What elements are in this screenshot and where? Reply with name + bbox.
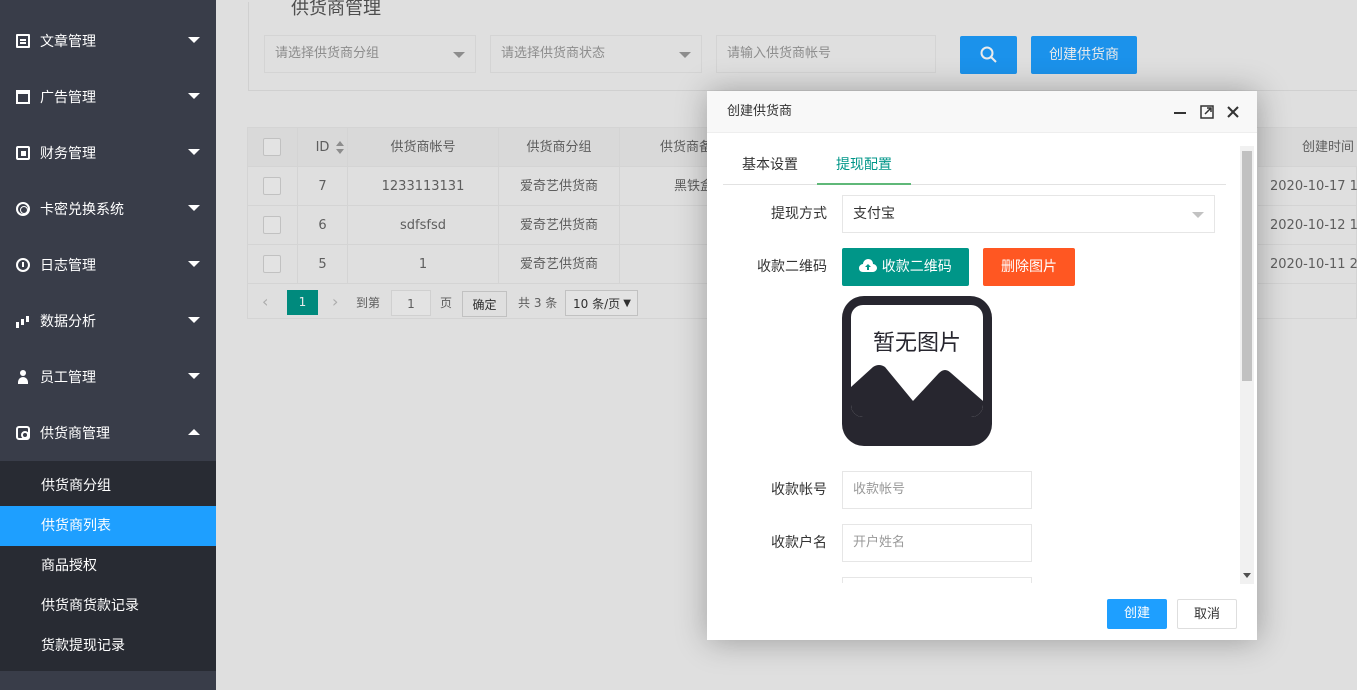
withdraw-method-value: 支付宝 xyxy=(853,206,895,222)
no-image-placeholder: 暂无图片 xyxy=(842,296,992,446)
receive-account-label: 收款帐号 xyxy=(771,482,827,498)
nav-label: 广告管理 xyxy=(40,90,96,106)
scroll-down-icon[interactable] xyxy=(1243,573,1251,578)
tab-basic-settings[interactable]: 基本设置 xyxy=(723,146,817,185)
delete-image-button[interactable]: 删除图片 xyxy=(983,248,1075,286)
mountain-image-icon xyxy=(851,365,983,417)
chart-icon xyxy=(16,314,30,328)
maximize-icon[interactable] xyxy=(1200,105,1214,119)
account-holder-label: 收款户名 xyxy=(771,535,827,551)
withdraw-method-select[interactable]: 支付宝 xyxy=(842,195,1215,233)
chevron-down-icon xyxy=(188,37,200,43)
chevron-down-icon xyxy=(188,317,200,323)
chevron-down-icon xyxy=(188,261,200,267)
nav-article-management[interactable]: 文章管理 xyxy=(0,13,216,69)
supplier-submenu: 供货商分组 供货商列表 商品授权 供货商货款记录 货款提现记录 xyxy=(0,461,216,671)
calendar-icon xyxy=(16,90,30,104)
document-icon xyxy=(16,34,30,48)
nav-ad-management[interactable]: 广告管理 xyxy=(0,69,216,125)
nav-label: 财务管理 xyxy=(40,146,96,162)
chevron-up-icon xyxy=(188,429,200,435)
wallet-icon xyxy=(16,146,30,160)
card-icon xyxy=(16,202,30,216)
sub-item-supplier-group[interactable]: 供货商分组 xyxy=(0,466,216,506)
chevron-down-icon xyxy=(188,93,200,99)
withdraw-method-label: 提现方式 xyxy=(771,206,827,222)
modal-tabs: 基本设置 提现配置 xyxy=(723,146,1226,185)
next-field-partial xyxy=(842,577,1032,583)
nav-label: 卡密兑换系统 xyxy=(40,202,124,218)
nav-label: 供货商管理 xyxy=(40,426,110,442)
caret-down-icon xyxy=(1192,212,1204,218)
nav-finance-management[interactable]: 财务管理 xyxy=(0,125,216,181)
sub-item-product-auth[interactable]: 商品授权 xyxy=(0,546,216,586)
nav-supplier-management[interactable]: 供货商管理 xyxy=(0,405,216,461)
sub-item-payment-records[interactable]: 供货商货款记录 xyxy=(0,586,216,626)
cloud-upload-icon xyxy=(859,259,878,272)
sidebar: 文章管理 广告管理 财务管理 卡密兑换系统 日志管理 数据分析 员工管理 供货商… xyxy=(0,0,216,690)
cancel-button[interactable]: 取消 xyxy=(1177,599,1237,629)
create-button[interactable]: 创建 xyxy=(1107,599,1167,629)
nav-label: 文章管理 xyxy=(40,34,96,50)
qr-code-label: 收款二维码 xyxy=(757,259,827,275)
chevron-down-icon xyxy=(188,205,200,211)
clock-icon xyxy=(16,258,30,272)
nav-label: 日志管理 xyxy=(40,258,96,274)
sub-item-supplier-list[interactable]: 供货商列表 xyxy=(0,506,216,546)
nav-label: 员工管理 xyxy=(40,370,96,386)
nav-label: 数据分析 xyxy=(40,314,96,330)
minimize-icon[interactable] xyxy=(1173,105,1187,119)
nav-staff-management[interactable]: 员工管理 xyxy=(0,349,216,405)
upload-qr-label: 收款二维码 xyxy=(881,259,952,275)
close-icon[interactable] xyxy=(1226,105,1240,119)
receive-account-input[interactable]: 收款帐号 xyxy=(842,471,1032,509)
chevron-down-icon xyxy=(188,149,200,155)
nav-card-exchange[interactable]: 卡密兑换系统 xyxy=(0,181,216,237)
nav-data-analysis[interactable]: 数据分析 xyxy=(0,293,216,349)
create-supplier-modal: 创建供货商 基本设置 提现配置 提现方式 支付宝 收款二维码 收款二维码 删除图… xyxy=(707,91,1257,640)
user-icon xyxy=(16,370,30,384)
upload-qr-button[interactable]: 收款二维码 xyxy=(842,248,969,286)
modal-scrollbar[interactable] xyxy=(1240,146,1254,584)
account-holder-input[interactable]: 开户姓名 xyxy=(842,524,1032,562)
supplier-icon xyxy=(16,426,30,440)
chevron-down-icon xyxy=(188,373,200,379)
modal-title: 创建供货商 xyxy=(727,104,793,119)
scroll-thumb[interactable] xyxy=(1242,151,1252,381)
sub-item-withdraw-records[interactable]: 货款提现记录 xyxy=(0,626,216,666)
nav-log-management[interactable]: 日志管理 xyxy=(0,237,216,293)
tab-withdraw-config[interactable]: 提现配置 xyxy=(817,146,911,185)
modal-header: 创建供货商 xyxy=(707,91,1257,133)
no-image-frame: 暂无图片 xyxy=(851,305,983,417)
